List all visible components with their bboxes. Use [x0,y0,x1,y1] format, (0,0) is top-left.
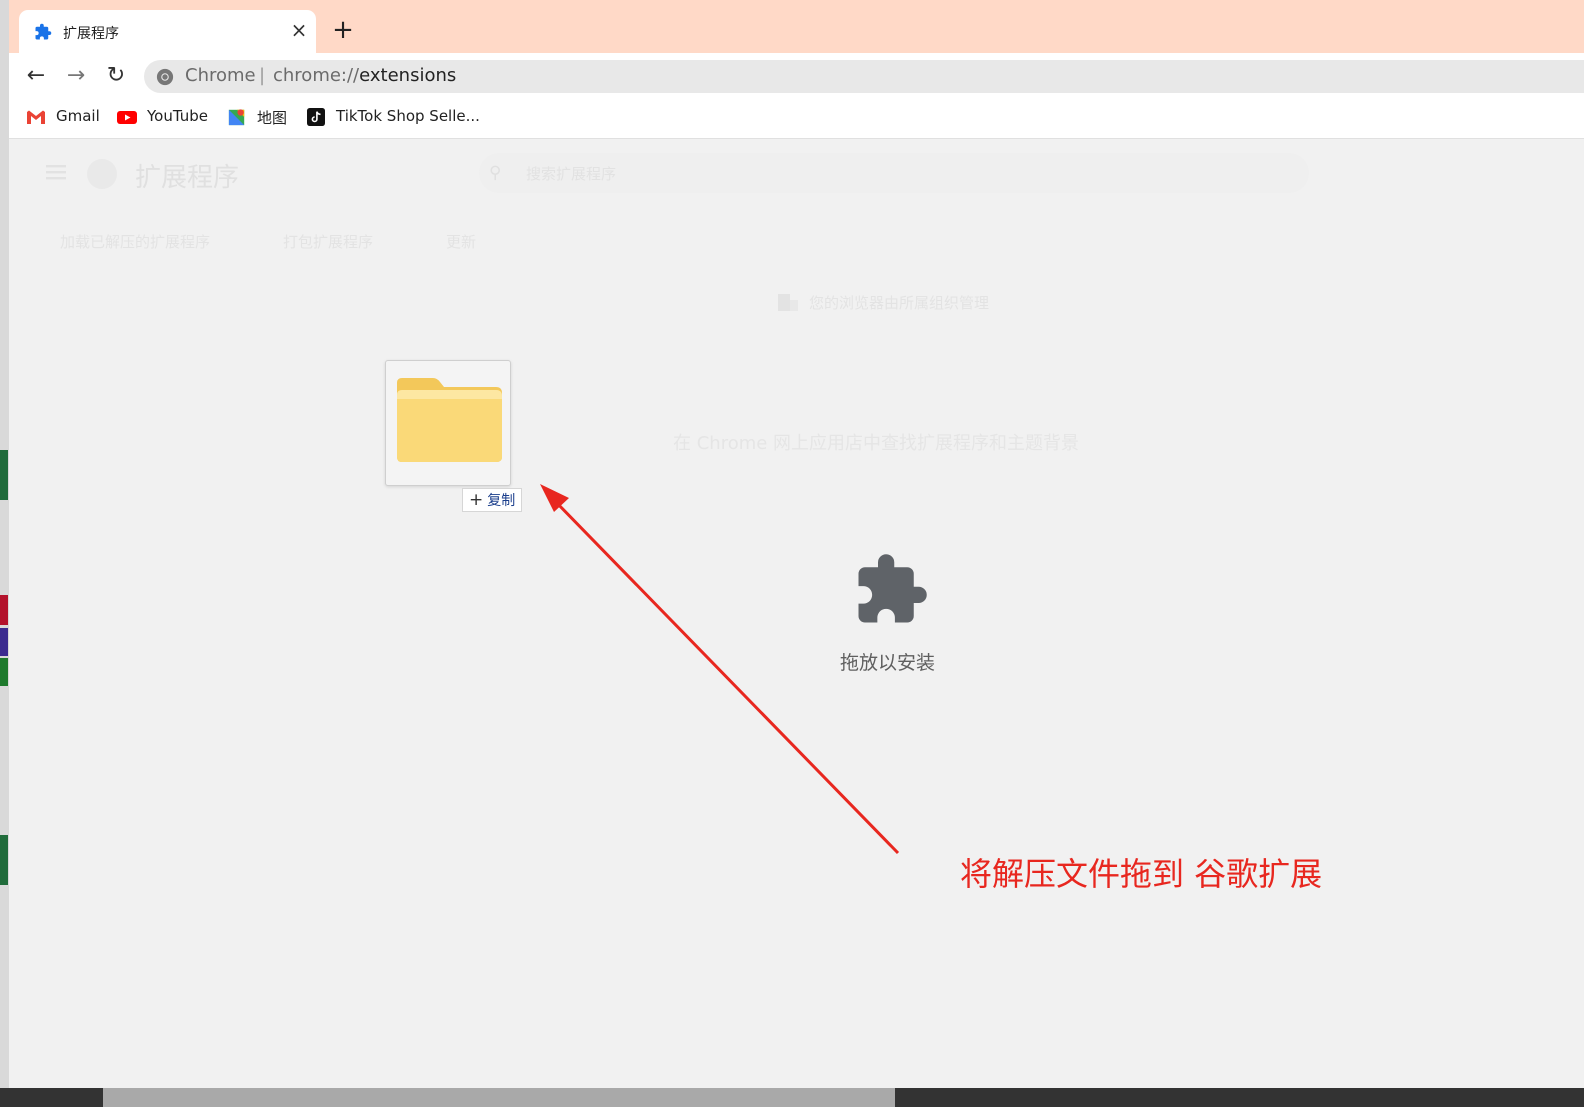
back-button[interactable]: ← [22,62,50,90]
annotation-text: 将解压文件拖到 谷歌扩展 [960,855,1323,893]
desktop-icon-fragment [0,595,8,625]
close-tab-icon[interactable]: × [287,18,311,42]
annotation-arrow [540,484,900,855]
maps-icon [228,109,245,126]
omnibox-separator: | [259,65,266,86]
tiktok-icon [307,108,325,126]
tab-title: 扩展程序 [63,26,119,42]
desktop-icon-fragment [0,658,8,686]
url-text[interactable]: chrome://extensions [273,65,456,86]
url-scheme: chrome:// [273,65,360,86]
reload-button[interactable]: ↻ [102,62,130,90]
bookmarks-bar: Gmail YouTube 地图 TikTok Shop Selle... [9,98,1584,139]
desktop-icon-fragment [0,835,8,885]
extensions-page: 扩展程序 ⚲ 搜索扩展程序 加载已解压的扩展程序 打包扩展程序 更新 您的浏览器… [9,139,1584,1088]
gmail-icon [27,110,45,124]
youtube-icon [117,111,137,124]
chrome-label: Chrome [185,65,256,86]
tab-strip: 扩展程序 × + [9,0,1584,53]
desktop-icon-fragment [0,450,8,500]
puzzle-icon [35,23,52,40]
chrome-icon [156,68,174,86]
forward-button[interactable]: → [62,62,90,90]
taskbar [0,1088,1584,1107]
toolbar: ← → ↻ Chrome | chrome://extensions [9,53,1584,98]
browser-window: 扩展程序 × + ← → ↻ Chrome | chrome://extensi… [9,0,1584,1088]
address-bar[interactable]: Chrome | chrome://extensions [144,60,1584,93]
taskbar-item[interactable] [103,1088,895,1107]
desktop-edge [0,0,9,1107]
url-path: extensions [359,65,457,86]
tab-extensions[interactable]: 扩展程序 × [19,10,316,53]
desktop-icon-fragment [0,628,8,656]
new-tab-button[interactable]: + [329,16,357,44]
